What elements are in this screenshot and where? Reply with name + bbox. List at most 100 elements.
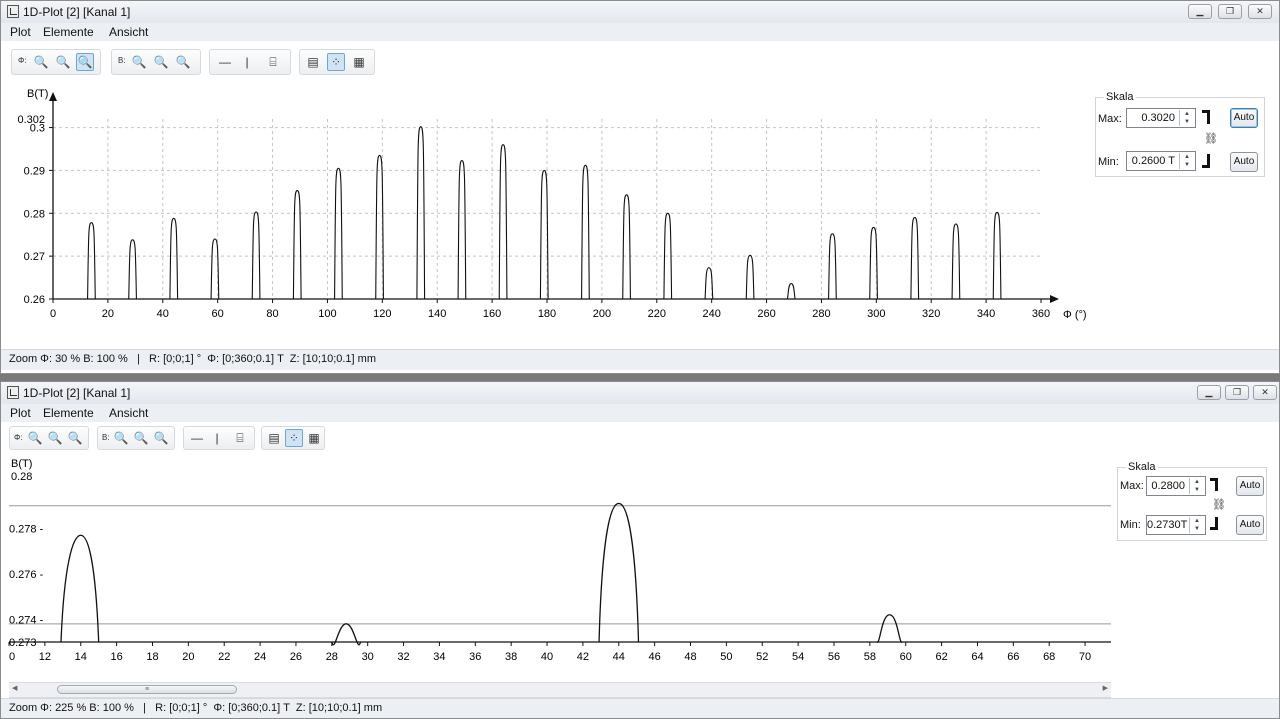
close-icon[interactable]: ✕ — [1248, 4, 1272, 19]
x-tick-label: 0 — [9, 651, 15, 663]
scroll-right-icon[interactable]: ▶ — [1103, 684, 1108, 692]
phi-zoom-out-icon[interactable]: 🔍 — [54, 53, 72, 71]
x-tick-label: 30 — [362, 651, 374, 663]
x-tick-label: 54 — [792, 651, 804, 663]
x-tick-label: 46 — [649, 651, 661, 663]
min-label: Min: — [1120, 519, 1141, 531]
grid-view-icon[interactable]: ▦ — [305, 429, 323, 447]
grid-view-icon[interactable]: ▦ — [350, 53, 368, 71]
peak-curve — [910, 217, 920, 300]
peak-curve — [876, 614, 903, 643]
horizontal-scrollbar[interactable]: ◀ ≡ ▶ — [9, 682, 1111, 698]
phi-label: Φ: — [14, 433, 23, 442]
horizontal-cursor-icon[interactable]: — — [188, 429, 206, 447]
menu-plot[interactable]: Plot — [10, 25, 31, 39]
max-input[interactable]: 0.2800 ▲ ▼ — [1146, 476, 1206, 496]
table-view-icon[interactable]: ▤ — [265, 429, 283, 447]
horizontal-cursor-icon[interactable]: — — [216, 53, 234, 71]
vertical-cursor-icon[interactable]: | — [238, 53, 256, 71]
marker-icon[interactable]: ⌸ — [264, 53, 282, 71]
scroll-left-icon[interactable]: ◀ — [12, 684, 17, 692]
x-tick-label: 160 — [483, 308, 501, 320]
x-tick-label: 66 — [1007, 651, 1019, 663]
phi-zoom-fit-icon[interactable]: 🔍 — [66, 429, 84, 447]
x-tick-label: 280 — [812, 308, 830, 320]
restore-icon[interactable]: ❐ — [1225, 385, 1249, 400]
scroll-thumb[interactable]: ≡ — [57, 685, 237, 694]
max-bracket-icon — [1202, 110, 1210, 124]
peak-curve — [828, 233, 837, 300]
min-auto-button[interactable]: Auto — [1230, 152, 1258, 172]
link-icon[interactable]: ⛓ — [1212, 498, 1226, 511]
peak-curve — [745, 254, 755, 300]
min-label: Min: — [1098, 156, 1119, 168]
phi-zoom-fit-icon[interactable]: 🔍 — [76, 53, 94, 71]
view-group: ▤ ⁘ ▦ — [299, 49, 375, 75]
close-icon[interactable]: ✕ — [1253, 385, 1277, 400]
menu-plot[interactable]: Plot — [10, 406, 31, 420]
min-bracket-icon — [1210, 517, 1218, 530]
b-zoom-fit-icon[interactable]: 🔍 — [174, 53, 192, 71]
x-tick-label: 18 — [146, 651, 158, 663]
min-spinner-icon[interactable]: ▲ ▼ — [1179, 153, 1194, 169]
x-tick-label: 300 — [867, 308, 885, 320]
min-input[interactable]: 0.2730T ▲ ▼ — [1146, 515, 1206, 535]
menu-ansicht[interactable]: Ansicht — [109, 25, 148, 39]
x-tick-label: 12 — [39, 651, 51, 663]
plot-area-top[interactable]: 0 20 40 60 80 100 120 140 160 180 200 220 240 260 280 3… — [1, 83, 1091, 349]
vertical-cursor-icon[interactable]: | — [208, 429, 226, 447]
x-tick-label: 34 — [433, 651, 445, 663]
menu-ansicht[interactable]: Ansicht — [109, 406, 148, 420]
max-auto-button[interactable]: Auto — [1230, 108, 1258, 128]
plot-app-icon — [7, 386, 19, 399]
restore-icon[interactable]: ❐ — [1218, 4, 1242, 19]
y-max-label: 0.28 — [11, 471, 32, 483]
min-auto-button[interactable]: Auto — [1236, 515, 1264, 535]
x-tick-label: 320 — [922, 308, 940, 320]
toolbar: Φ: 🔍 🔍 🔍 B: 🔍 🔍 🔍 — | ⌸ ▤ ⁘ ▦ — [1, 41, 1279, 83]
x-tick-label: 100 — [318, 308, 336, 320]
max-input[interactable]: 0.3020 ▲ ▼ — [1126, 108, 1196, 128]
x-tick-label: 52 — [756, 651, 768, 663]
title-bar[interactable]: 1D-Plot [2] [Kanal 1] ▁ ❐ ✕ — [1, 1, 1279, 24]
max-label: Max: — [1120, 480, 1144, 492]
b-zoom-in-icon[interactable]: 🔍 — [130, 53, 148, 71]
x-tick-label: 40 — [541, 651, 553, 663]
b-zoom-out-icon[interactable]: 🔍 — [132, 429, 150, 447]
b-zoom-out-icon[interactable]: 🔍 — [152, 53, 170, 71]
phi-zoom-in-icon[interactable]: 🔍 — [26, 429, 44, 447]
max-spinner-icon[interactable]: ▲ ▼ — [1179, 110, 1194, 126]
b-zoom-fit-icon[interactable]: 🔍 — [152, 429, 170, 447]
min-spinner-icon[interactable]: ▲ ▼ — [1189, 517, 1204, 533]
y-axis-label: B(T) — [27, 88, 48, 100]
menu-elemente[interactable]: Elemente — [43, 25, 94, 39]
max-value: 0.2800 — [1151, 480, 1185, 492]
plot-area-bottom[interactable]: 0 12 14 16 18 20 22 24 26 28 30 32 34 36 38 40 42 44 46 48 5… — [1, 455, 1113, 677]
x-tick-label: 44 — [613, 651, 625, 663]
y-tick-label: 0.29 — [24, 165, 45, 177]
points-view-icon[interactable]: ⁘ — [285, 429, 303, 447]
phi-zoom-in-icon[interactable]: 🔍 — [32, 53, 50, 71]
y-max-label: 0.302 — [17, 114, 45, 126]
title-bar[interactable]: 1D-Plot [2] [Kanal 1] ▁ ❐ ✕ — [1, 382, 1279, 405]
link-icon[interactable]: ⛓ — [1204, 132, 1218, 145]
max-auto-button[interactable]: Auto — [1236, 476, 1264, 496]
minimize-icon[interactable]: ▁ — [1197, 385, 1221, 400]
max-spinner-icon[interactable]: ▲ ▼ — [1189, 478, 1204, 494]
marker-icon[interactable]: ⌸ — [231, 429, 249, 447]
min-input[interactable]: 0.2600 T ▲ ▼ — [1126, 151, 1196, 171]
phi-zoom-out-icon[interactable]: 🔍 — [46, 429, 64, 447]
points-view-icon[interactable]: ⁘ — [327, 53, 345, 71]
phi-label: Φ: — [18, 56, 27, 65]
minimize-icon[interactable]: ▁ — [1188, 4, 1212, 19]
x-tick-label: 200 — [593, 308, 611, 320]
peak-curve — [251, 211, 261, 300]
table-view-icon[interactable]: ▤ — [304, 53, 322, 71]
menu-elemente[interactable]: Elemente — [43, 406, 94, 420]
b-zoom-in-icon[interactable]: 🔍 — [112, 429, 130, 447]
x-tick-label: 0 — [50, 308, 56, 320]
x-tick-label: 20 — [182, 651, 194, 663]
view-group: ▤ ⁘ ▦ — [261, 426, 325, 450]
x-tick-label: 26 — [290, 651, 302, 663]
x-tick-label: 24 — [254, 651, 266, 663]
